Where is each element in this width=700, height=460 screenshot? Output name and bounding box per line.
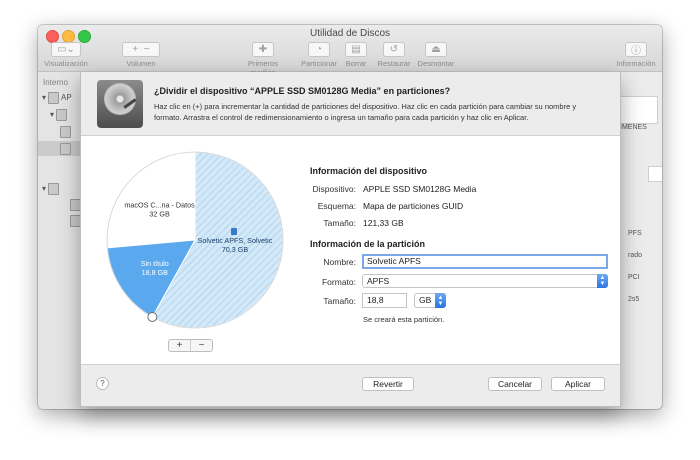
sidebar-view-icon: ▭⌄ <box>51 42 81 57</box>
pie-partition-icon: ◔ <box>308 42 330 57</box>
size-unit-value: GB <box>419 295 432 305</box>
erase-label: Borrar <box>345 59 367 68</box>
dialog-description: Haz clic en (+) para incrementar la cant… <box>154 102 577 122</box>
scheme-label: Esquema: <box>317 201 356 211</box>
apply-button[interactable]: Aplicar <box>551 377 605 391</box>
pie-label-name: Solvetic APFS, Solvetic <box>198 236 273 245</box>
restore-arrow-icon: ↺ <box>383 42 405 57</box>
pie-label-name: Sin título <box>141 259 169 268</box>
name-label: Nombre: <box>323 257 356 267</box>
pie-label-size: 70,3 GB <box>222 245 249 254</box>
add-remove-partition-control: + − <box>168 339 213 352</box>
background-label: IMENES <box>620 124 647 131</box>
chevron-updown-icon: ▲ ▼ <box>597 274 608 288</box>
format-label: Formato: <box>321 277 356 287</box>
format-value: APFS <box>367 276 390 286</box>
sidebar-item-container[interactable]: ▾ <box>50 109 68 121</box>
device-label: Dispositivo: <box>312 184 356 194</box>
pie-label-size: 18,8 GB <box>142 268 169 277</box>
sidebar-item-label: AP <box>61 93 72 103</box>
erase-disk-icon: ▤ <box>345 42 367 57</box>
partition-info-heading: Información de la partición <box>310 239 426 249</box>
background-row: PFS <box>628 230 642 237</box>
partition-content: macOS C...na - Datos 32 GB Solvetic APFS, … <box>81 135 620 365</box>
size-unit-select[interactable]: GB ▲ ▼ <box>414 293 446 308</box>
sidebar-header: Interno <box>43 78 68 87</box>
restore-label: Restaurar <box>377 59 411 68</box>
volume-icon <box>60 143 71 155</box>
sidebar-item-volume-1[interactable] <box>60 126 71 138</box>
disk-icon <box>48 92 60 104</box>
help-button[interactable]: ? <box>96 377 109 390</box>
unmount-button[interactable]: ⏏ Desmontar <box>414 42 458 68</box>
remove-partition-button[interactable]: − <box>191 340 212 351</box>
device-value: APPLE SSD SM0128G Media <box>363 184 477 194</box>
volume-label: Volumen <box>126 59 156 68</box>
background-detail-pane: IMENES PFS rado PCI 2s5 <box>612 72 662 409</box>
pie-label-size: 32 GB <box>149 210 170 219</box>
format-select[interactable]: APFS ▲ ▼ <box>362 274 608 288</box>
partition-label: Particionar <box>301 59 337 68</box>
hard-drive-icon <box>97 80 143 128</box>
info-label: Información <box>616 59 656 68</box>
sidebar-item-volume-2[interactable] <box>60 143 71 155</box>
plus-minus-icon: + − <box>122 42 160 57</box>
background-field <box>648 166 662 182</box>
eject-icon: ⏏ <box>425 42 447 57</box>
background-row: rado <box>628 252 643 259</box>
device-size-label: Tamaño: <box>323 218 356 228</box>
sidebar: Interno ▾ AP ▾ ▾ <box>38 72 82 409</box>
unmount-label: Desmontar <box>417 59 455 68</box>
info-icon: ⓘ <box>625 42 647 57</box>
partition-size-input[interactable]: 18,8 <box>362 293 407 308</box>
chevron-updown-icon: ▲ ▼ <box>435 293 446 308</box>
resize-handle[interactable] <box>147 311 158 322</box>
toolbar: Utilidad de Discos ▭⌄ Visualización + − … <box>38 25 662 77</box>
disk-icon <box>48 183 60 195</box>
volume-icon <box>231 228 237 235</box>
device-size-value: 121,33 GB <box>363 218 404 228</box>
scheme-value: Mapa de particiones GUID <box>363 201 464 211</box>
background-row: PCI <box>628 274 640 281</box>
volume-button[interactable]: + − Volumen <box>116 42 166 68</box>
partition-note: Se creará esta partición. <box>363 315 445 324</box>
add-partition-button[interactable]: + <box>169 340 191 351</box>
erase-button[interactable]: ▤ Borrar <box>340 42 372 68</box>
device-info-heading: Información del dispositivo <box>310 166 428 176</box>
stethoscope-icon: ✚ <box>252 42 274 57</box>
cancel-button[interactable]: Cancelar <box>488 377 542 391</box>
background-row: 2s5 <box>628 296 640 303</box>
window-title: Utilidad de Discos <box>309 28 391 39</box>
partition-button[interactable]: ◔ Particionar <box>299 42 339 68</box>
partition-name-input[interactable]: Solvetic APFS <box>362 254 608 269</box>
info-button[interactable]: ⓘ Información <box>614 42 658 68</box>
partition-pie-chart[interactable]: macOS C...na - Datos32 GB Solvetic APFS, … <box>100 148 290 333</box>
volume-icon <box>60 126 71 138</box>
pie-label-name: macOS C...na - Datos <box>124 201 195 210</box>
sidebar-item-disk-2[interactable]: ▾ <box>42 183 60 195</box>
sidebar-item-disk[interactable]: ▾ AP <box>42 92 72 104</box>
restore-button[interactable]: ↺ Restaurar <box>374 42 414 68</box>
revert-button[interactable]: Revertir <box>362 377 414 391</box>
container-icon <box>56 109 68 121</box>
view-button[interactable]: ▭⌄ Visualización <box>44 42 88 68</box>
partition-size-label: Tamaño: <box>323 296 356 306</box>
partition-dialog: ¿Dividir el dispositivo “APPLE SSD SM012… <box>80 72 621 407</box>
view-label: Visualización <box>44 59 88 68</box>
dialog-title: ¿Dividir el dispositivo “APPLE SSD SM012… <box>154 86 451 96</box>
